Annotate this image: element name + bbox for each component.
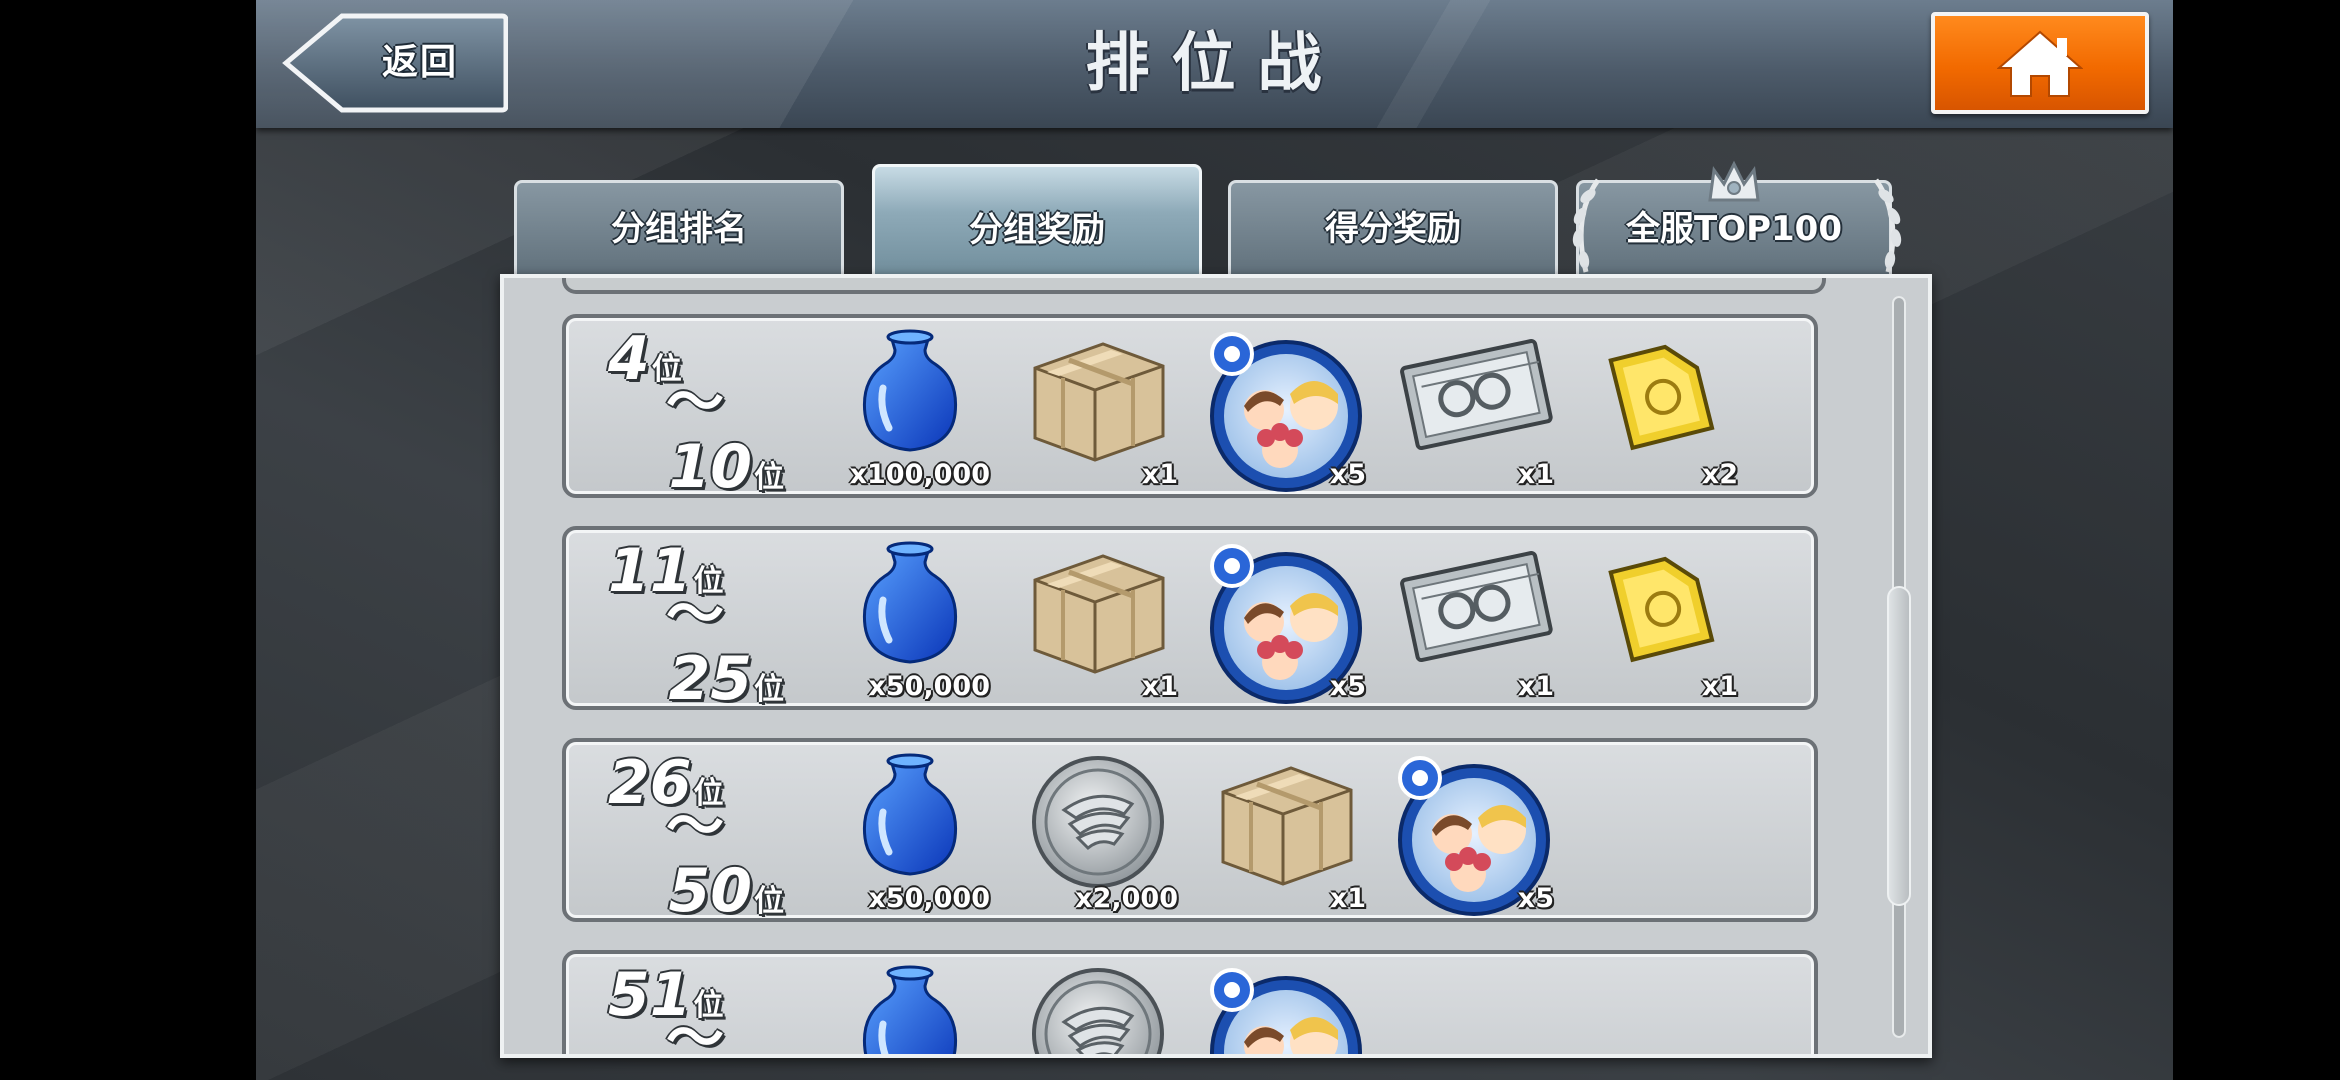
rank-unit: 位 — [754, 672, 784, 707]
reward-quantity: x50,000 — [868, 671, 990, 702]
reward-item[interactable]: x100,000 — [830, 328, 990, 494]
reward-item[interactable]: x1 — [1394, 540, 1554, 706]
reward-item[interactable]: x5 — [1394, 752, 1554, 918]
rank-separator: ～ — [666, 792, 725, 860]
reward-row: 11位～ 25位 x50,000 x1 x5 x1 x1 — [562, 526, 1818, 714]
tab-group-rewards[interactable]: 分组奖励 — [872, 164, 1202, 280]
rank-to-number: 50 — [668, 856, 753, 926]
rank-range: 26位～ 50位 — [594, 748, 784, 926]
reward-quantity: x50,000 — [868, 883, 990, 914]
tab-top100-label: 全服TOP100 — [1626, 209, 1842, 249]
reward-row: 4位～ 10位 x100,000 x1 x5 x1 x2 — [562, 314, 1818, 502]
scrollbar[interactable] — [1887, 296, 1911, 1038]
reward-item[interactable]: x2 — [1578, 328, 1738, 494]
reward-item[interactable]: x50,000 — [830, 540, 990, 706]
reward-quantity: x100,000 — [849, 459, 990, 490]
reward-quantity: x1 — [1701, 671, 1738, 702]
reward-quantity: x5 — [1517, 883, 1554, 914]
reward-item[interactable]: x5 — [1206, 540, 1366, 706]
reward-quantity: x5 — [1329, 671, 1366, 702]
reward-quantity: x1 — [1517, 671, 1554, 702]
reward-item[interactable]: x1 — [1394, 328, 1554, 494]
reward-item[interactable]: x1 — [1018, 328, 1178, 494]
reward-item[interactable] — [1206, 964, 1366, 1054]
game-screen: 返回 排位战 分组排名 分组奖励 得分奖励 全服TOP100 4位 ～ 10位 … — [256, 0, 2173, 1080]
rank-to-number: 10 — [668, 432, 753, 502]
reward-item[interactable]: x1 — [1578, 540, 1738, 706]
rank-to: 25位 — [669, 644, 785, 725]
crown-icon — [1708, 160, 1760, 202]
reward-quantity: x1 — [1517, 459, 1554, 490]
rank-separator: ～ — [666, 580, 725, 648]
rank-unit: 位 — [754, 460, 784, 495]
reward-quantity: x2,000 — [1075, 883, 1178, 914]
laurel-right-icon — [1873, 178, 1902, 273]
reward-row: 26位～ 50位 x50,000 x2,000 x1 x5 — [562, 738, 1818, 926]
scrollbar-thumb[interactable] — [1887, 586, 1911, 906]
reward-item[interactable]: x1 — [1018, 540, 1178, 706]
rank-range: 11位～ 25位 — [594, 536, 784, 714]
rank-separator: ～ — [666, 1004, 725, 1058]
reward-item[interactable] — [830, 964, 990, 1054]
rank-to-number: 25 — [668, 644, 753, 714]
rank-range: 4位～ 10位 — [594, 324, 784, 502]
reward-list: 4位～ 10位 x100,000 x1 x5 x1 x2 11位～ 25位 x50,000 x1 x5… — [504, 278, 1904, 1058]
reward-quantity: x1 — [1141, 671, 1178, 702]
reward-list-panel[interactable]: 4位～ 10位 x100,000 x1 x5 x1 x2 11位～ 25位 x50,000 x1 x5… — [500, 274, 1932, 1058]
home-icon — [1997, 30, 2083, 97]
reward-item[interactable]: x5 — [1206, 328, 1366, 494]
reward-quantity: x1 — [1329, 883, 1366, 914]
reward-item[interactable]: x50,000 — [830, 752, 990, 918]
rank-range: 51位～ — [594, 960, 784, 1058]
reward-item[interactable]: x2,000 — [1018, 752, 1178, 918]
rank-to: 50位 — [669, 856, 785, 937]
home-button[interactable] — [1931, 12, 2149, 114]
laurel-left-icon — [1572, 178, 1601, 273]
reward-quantity: x5 — [1329, 459, 1366, 490]
reward-item[interactable]: x1 — [1206, 752, 1366, 918]
previous-row-edge — [562, 278, 1826, 294]
tab-score-rewards[interactable]: 得分奖励 — [1228, 180, 1558, 280]
reward-item[interactable] — [1018, 964, 1178, 1054]
reward-quantity: x1 — [1141, 459, 1178, 490]
rank-unit: 位 — [754, 884, 784, 919]
reward-row: 51位～ — [562, 950, 1818, 1058]
tab-group-ranking[interactable]: 分组排名 — [514, 180, 844, 280]
rank-from-number: 4 — [608, 324, 650, 394]
rank-separator: ～ — [666, 368, 725, 436]
header-bar: 返回 排位战 — [256, 0, 2173, 128]
rank-to: 10位 — [669, 432, 785, 513]
reward-quantity: x2 — [1701, 459, 1738, 490]
page-title: 排位战 — [1085, 27, 1344, 101]
